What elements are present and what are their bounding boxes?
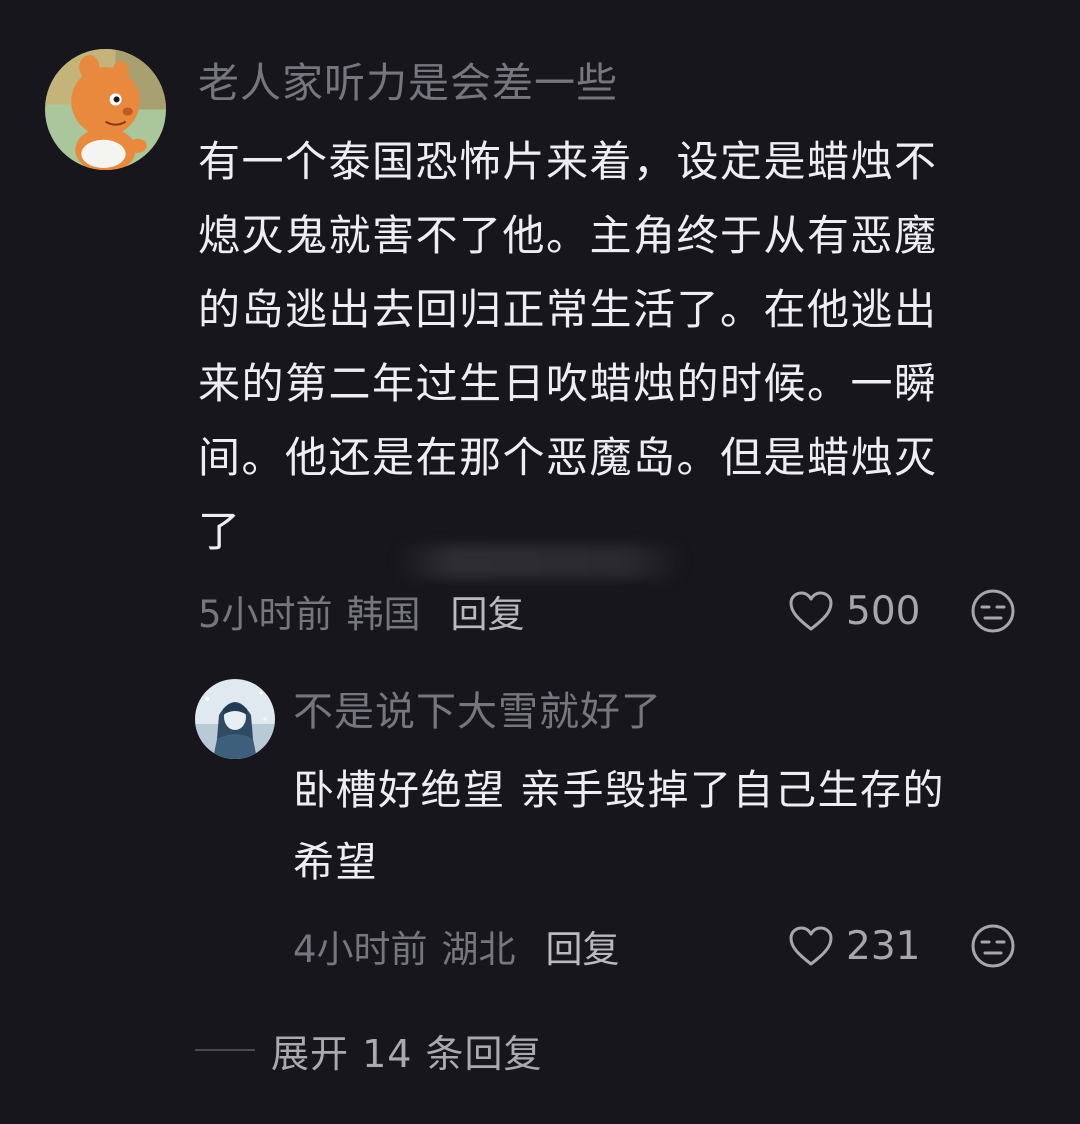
- comment-time: 5小时前: [198, 593, 333, 636]
- unamused-face-icon: [971, 589, 1015, 633]
- heart-outline-icon: [789, 926, 833, 966]
- like-button[interactable]: 231: [788, 920, 920, 972]
- expand-replies-label: 展开 14 条回复: [271, 1031, 543, 1076]
- heart-outline-icon: [789, 591, 833, 631]
- username[interactable]: 老人家听力是会差一些: [198, 57, 618, 109]
- blurred-overlay: [395, 545, 685, 579]
- reply-button[interactable]: 回复: [451, 584, 525, 638]
- anime-character-avatar-icon: [195, 679, 275, 759]
- like-button[interactable]: 500: [788, 585, 920, 637]
- like-count: 500: [846, 588, 921, 634]
- divider-line: [195, 1049, 255, 1051]
- expand-replies-button[interactable]: 展开 14 条回复: [195, 1024, 543, 1076]
- comment-location: 韩国: [346, 593, 421, 636]
- comment-meta: 4小时前 湖北 回复: [293, 920, 620, 972]
- unamused-face-icon: [971, 924, 1015, 968]
- like-count: 231: [846, 923, 921, 969]
- comment-text: 卧槽好绝望 亲手毁掉了自己生存的 希望: [293, 766, 946, 886]
- comment-text: 有一个泰国恐怖片来着，设定是蜡烛不 熄灭鬼就害不了他。主角终于从有恶魔 的岛逃出…: [198, 137, 938, 556]
- avatar[interactable]: [195, 679, 275, 759]
- avatar[interactable]: [45, 49, 166, 170]
- comment-location: 湖北: [441, 928, 516, 971]
- dislike-button[interactable]: [970, 588, 1016, 634]
- reply-button[interactable]: 回复: [546, 919, 620, 973]
- comment-meta: 5小时前 韩国 回复: [198, 585, 525, 637]
- dislike-button[interactable]: [970, 923, 1016, 969]
- comment-time: 4小时前: [293, 928, 428, 971]
- cartoon-baby-avatar-icon: [45, 49, 166, 170]
- username[interactable]: 不是说下大雪就好了: [293, 686, 662, 738]
